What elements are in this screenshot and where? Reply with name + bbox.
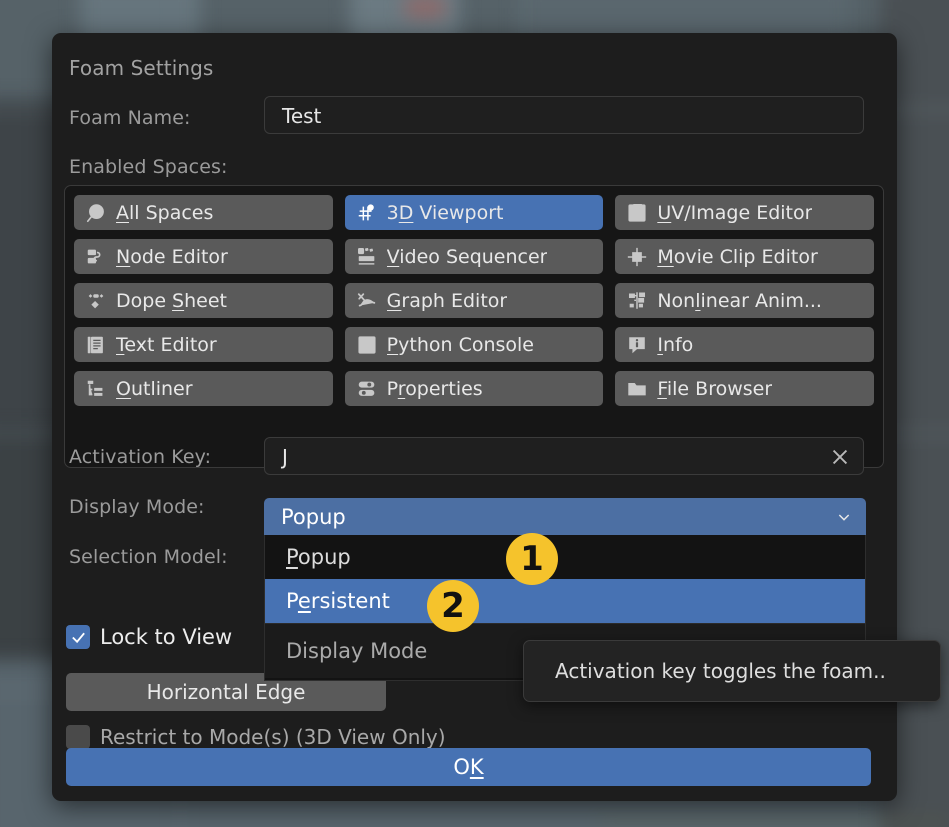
checkmark-icon — [66, 625, 90, 649]
space-button-label: UV/Image Editor — [657, 201, 813, 224]
lock-to-view-label: Lock to View — [100, 625, 233, 649]
space-button-python-console[interactable]: Python Console — [344, 327, 604, 362]
tooltip: Activation key toggles the foam.. — [523, 640, 941, 702]
activation-key-value: J — [282, 445, 288, 469]
space-button-3d-viewport[interactable]: 3D Viewport — [344, 195, 604, 230]
space-button-label: Properties — [386, 377, 483, 400]
selection-model-label: Selection Model: — [69, 546, 228, 568]
space-button-movie-clip-editor[interactable]: Movie Clip Editor — [615, 239, 874, 274]
display-mode-label: Display Mode: — [69, 496, 205, 518]
step-badge-2: 2 — [427, 580, 479, 632]
enabled-spaces-panel: All Spaces 3D Viewport UV/Image Editor Node… — [64, 185, 884, 468]
dropdown-option-label: Persistent — [286, 589, 390, 613]
spaces-grid: All Spaces 3D Viewport UV/Image Editor Node… — [74, 195, 874, 406]
space-button-node-editor[interactable]: Node Editor — [74, 239, 333, 274]
space-button-label: Info — [657, 333, 694, 356]
step-badge-1: 1 — [506, 533, 558, 585]
space-button-label: Video Sequencer — [386, 245, 548, 268]
movie-clip-icon — [624, 244, 650, 270]
enabled-spaces-label: Enabled Spaces: — [69, 156, 228, 178]
properties-icon — [354, 376, 380, 402]
display-mode-selected-value: Popup — [281, 504, 346, 529]
space-button-all-spaces[interactable]: All Spaces — [74, 195, 333, 230]
space-button-label: Python Console — [386, 333, 534, 356]
dropdown-footer-label: Display Mode — [286, 639, 428, 663]
globe-icon — [83, 200, 109, 226]
space-button-video-sequencer[interactable]: Video Sequencer — [344, 239, 604, 274]
space-button-label: Node Editor — [116, 245, 228, 268]
checkbox-empty-icon — [66, 725, 90, 749]
page-title: Foam Settings — [69, 56, 214, 80]
activation-key-input[interactable]: J — [264, 437, 864, 475]
foam-name-input[interactable]: Test — [264, 96, 864, 134]
space-button-dope-sheet[interactable]: Dope Sheet — [74, 283, 333, 318]
dope-sheet-icon — [83, 288, 109, 314]
space-button-label: Outliner — [116, 377, 193, 400]
space-button-nonlinear-anim[interactable]: Nonlinear Anim... — [615, 283, 874, 318]
space-button-text-editor[interactable]: Text Editor — [74, 327, 333, 362]
graph-editor-icon — [354, 288, 380, 314]
lock-to-view-checkbox[interactable]: Lock to View — [66, 625, 232, 649]
foam-name-label: Foam Name: — [69, 107, 191, 129]
ok-button-label: OK — [453, 755, 484, 779]
space-button-label: All Spaces — [116, 201, 214, 224]
space-button-properties[interactable]: Properties — [344, 371, 604, 406]
foam-name-value: Test — [282, 104, 322, 128]
space-button-label: Text Editor — [116, 333, 217, 356]
nla-editor-icon — [624, 288, 650, 314]
activation-key-label: Activation Key: — [69, 446, 212, 468]
dropdown-options: Popup Persistent — [265, 535, 865, 623]
file-browser-icon — [624, 376, 650, 402]
space-button-label: Graph Editor — [386, 289, 508, 312]
chevron-down-icon — [836, 509, 852, 525]
space-button-label: Movie Clip Editor — [657, 245, 818, 268]
restrict-to-modes-label: Restrict to Mode(s) (3D View Only) — [100, 725, 446, 749]
python-console-icon — [354, 332, 380, 358]
node-editor-icon — [83, 244, 109, 270]
video-sequencer-icon — [354, 244, 380, 270]
uv-image-editor-icon — [624, 200, 650, 226]
space-button-file-browser[interactable]: File Browser — [615, 371, 874, 406]
space-button-label: File Browser — [657, 377, 773, 400]
restrict-to-modes-checkbox[interactable]: Restrict to Mode(s) (3D View Only) — [66, 725, 446, 749]
space-button-label: Nonlinear Anim... — [657, 289, 822, 312]
space-button-label: Dope Sheet — [116, 289, 227, 312]
dropdown-option-popup[interactable]: Popup — [265, 535, 865, 579]
space-button-graph-editor[interactable]: Graph Editor — [344, 283, 604, 318]
display-mode-dropdown-toggle[interactable]: Popup — [264, 498, 866, 535]
space-button-outliner[interactable]: Outliner — [74, 371, 333, 406]
text-editor-icon — [83, 332, 109, 358]
outliner-icon — [83, 376, 109, 402]
dropdown-option-persistent[interactable]: Persistent — [265, 579, 865, 623]
info-icon — [624, 332, 650, 358]
space-button-info[interactable]: Info — [615, 327, 874, 362]
space-button-uv-image-editor[interactable]: UV/Image Editor — [615, 195, 874, 230]
close-icon[interactable] — [829, 446, 851, 468]
space-button-label: 3D Viewport — [386, 201, 504, 224]
3d-viewport-icon — [354, 200, 380, 226]
dropdown-option-label: Popup — [286, 545, 351, 569]
horizontal-edge-label: Horizontal Edge — [146, 680, 306, 704]
ok-button[interactable]: OK — [66, 748, 871, 786]
tooltip-text: Activation key toggles the foam.. — [555, 659, 886, 683]
